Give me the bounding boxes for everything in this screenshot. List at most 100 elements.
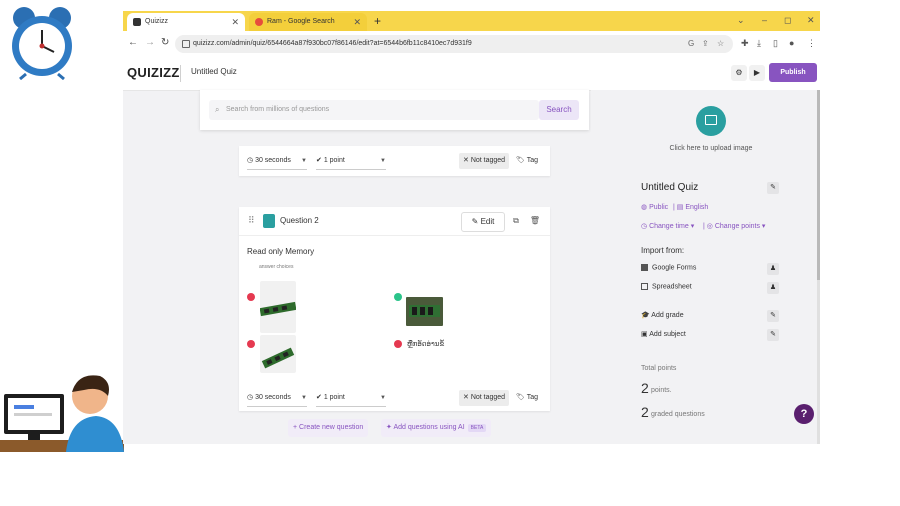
panel-quiz-title: Untitled Quiz xyxy=(641,182,699,193)
publish-label: Publish xyxy=(780,69,806,76)
question-bank-search: ⌕ Search from millions of questions Sear… xyxy=(200,90,589,130)
change-points-link[interactable]: | ◎ Change points ▾ xyxy=(703,222,765,230)
tab-quizizz[interactable]: Quizizz ✕ xyxy=(127,13,245,31)
time-select[interactable]: ◷ 30 seconds ▼ xyxy=(247,153,307,170)
back-icon[interactable]: ← xyxy=(128,36,138,50)
points-value: 1 point xyxy=(323,394,345,401)
add-subject-label: Add subject xyxy=(649,331,686,338)
points-select[interactable]: ✔ 1 point ▼ xyxy=(316,153,386,170)
user-icon[interactable]: ♟ xyxy=(767,282,779,294)
share-icon[interactable]: ⇪ xyxy=(702,38,709,50)
visibility-label: Public xyxy=(649,204,669,211)
google-forms-row[interactable]: Google Forms xyxy=(641,264,696,271)
extensions-icon[interactable]: ✚ xyxy=(741,37,749,49)
time-select[interactable]: ◷ 30 seconds ▼ xyxy=(247,390,307,407)
ram-stick-image xyxy=(260,301,296,317)
tab-label: Quizizz xyxy=(145,18,168,25)
not-tagged-label: Not tagged xyxy=(470,394,506,401)
total-points-value: 2 xyxy=(641,380,649,396)
add-grade-label: Add grade xyxy=(651,312,684,319)
settings-gear-icon[interactable]: ⚙ xyxy=(731,65,747,81)
tab-google-search[interactable]: Ram - Google Search ✕ xyxy=(249,13,367,31)
correct-dot xyxy=(394,293,402,301)
pencil-icon[interactable]: ✎ xyxy=(767,182,779,194)
google-forms-icon xyxy=(641,264,648,271)
duplicate-icon[interactable]: ⧉ xyxy=(507,212,525,230)
search-button[interactable]: Search xyxy=(539,100,579,120)
graduation-cap-icon: 🎓 xyxy=(641,312,652,319)
question-1-footer: ◷ 30 seconds ▼ ✔ 1 point ▼ ✕ Not tagged 🏷 … xyxy=(239,146,550,176)
language-link[interactable]: | ▤ English xyxy=(673,203,708,211)
add-questions-ai-button[interactable]: ✦ Add questions using AI BETA xyxy=(381,419,492,437)
address-bar-row: ← → ↻ quizizz.com/admin/quiz/6544664a87f… xyxy=(123,31,820,58)
user-icon[interactable]: ♟ xyxy=(767,263,779,275)
spreadsheet-label: Spreadsheet xyxy=(652,283,692,291)
quiz-title[interactable]: Untitled Quiz xyxy=(191,67,237,76)
question-2-controls: ◷ 30 seconds ▼ ✔ 1 point ▼ ✕ Not tagged 🏷 … xyxy=(239,387,550,409)
add-grade-row[interactable]: 🎓 Add grade xyxy=(641,311,684,319)
total-points-label: Total points xyxy=(641,365,677,372)
quiz-settings-panel: Click here to upload image Untitled Quiz… xyxy=(591,90,817,444)
change-points-label: Change points xyxy=(714,223,760,230)
edit-label: Edit xyxy=(480,217,495,226)
tag-icon: 🏷 xyxy=(516,157,525,164)
lock-icon xyxy=(182,40,190,48)
publish-button[interactable]: Publish xyxy=(769,63,817,82)
check-circle-icon: ✔ xyxy=(316,394,324,401)
upload-image-text[interactable]: Click here to upload image xyxy=(651,145,771,152)
clock-icon: ◷ xyxy=(247,394,256,401)
preview-play-icon[interactable]: ▶ xyxy=(749,65,765,81)
address-input[interactable]: quizizz.com/admin/quiz/6544664a87f930bc0… xyxy=(175,35,733,53)
trash-icon[interactable]: 🗑 xyxy=(526,212,544,230)
book-icon: ▣ xyxy=(641,331,650,338)
google-lens-icon[interactable]: G xyxy=(688,38,694,50)
points-select[interactable]: ✔ 1 point ▼ xyxy=(316,390,386,407)
add-subject-row[interactable]: ▣ Add subject xyxy=(641,330,686,338)
tag-icon: 🏷 xyxy=(516,394,525,401)
change-time-label: Change time xyxy=(649,223,689,230)
reload-icon[interactable]: ↻ xyxy=(161,36,169,50)
alarm-clock-illustration xyxy=(12,7,72,80)
profile-avatar[interactable]: ● xyxy=(789,37,794,49)
menu-dots-icon[interactable]: ⋮ xyxy=(807,37,816,49)
search-icon: ⌕ xyxy=(215,105,220,114)
sidepanel-icon[interactable]: ▯ xyxy=(773,37,778,49)
add-ai-label: Add questions using AI xyxy=(393,424,465,431)
create-new-label: Create new question xyxy=(299,424,364,431)
drag-handle-icon[interactable]: ⠿ xyxy=(248,215,255,226)
edit-button[interactable]: ✎ Edit xyxy=(461,212,505,232)
pencil-icon[interactable]: ✎ xyxy=(767,310,779,322)
spreadsheet-row[interactable]: Spreadsheet xyxy=(641,283,692,290)
minimize-button[interactable]: – xyxy=(762,13,767,27)
create-new-question-button[interactable]: + Create new question xyxy=(288,419,369,437)
image-icon xyxy=(705,115,717,125)
google-favicon-icon xyxy=(255,18,263,26)
change-time-link[interactable]: ◷ Change time ▾ xyxy=(641,222,694,230)
chevron-down-icon[interactable]: ⌄ xyxy=(737,13,745,27)
help-button[interactable]: ? xyxy=(794,404,814,424)
tag-button[interactable]: 🏷 Tag xyxy=(516,390,538,406)
close-window-button[interactable]: ✕ xyxy=(807,13,815,27)
language-label: English xyxy=(685,204,709,211)
close-tab-icon[interactable]: ✕ xyxy=(353,13,361,31)
not-tagged-badge[interactable]: ✕ Not tagged xyxy=(459,390,510,406)
search-placeholder: Search from millions of questions xyxy=(226,106,330,113)
forward-icon[interactable]: → xyxy=(145,36,155,50)
tag-button[interactable]: 🏷 Tag xyxy=(516,153,538,169)
search-input[interactable]: ⌕ Search from millions of questions xyxy=(209,100,539,120)
quizizz-logo[interactable]: QUIZIZZ xyxy=(127,65,180,80)
visibility-link[interactable]: ◍ Public xyxy=(641,203,668,211)
not-tagged-badge[interactable]: ✕ Not tagged xyxy=(459,153,510,169)
upload-image-button[interactable] xyxy=(696,106,726,136)
bookmark-star-icon[interactable]: ☆ xyxy=(717,38,724,50)
pencil-icon[interactable]: ✎ xyxy=(767,329,779,341)
restore-button[interactable]: ◻ xyxy=(784,13,791,27)
close-tab-icon[interactable]: ✕ xyxy=(231,13,239,31)
pencil-icon: ✎ xyxy=(471,217,481,226)
tab-label: Ram - Google Search xyxy=(267,18,335,25)
download-icon[interactable]: ⤓ xyxy=(757,37,761,49)
answer-choices-label: answer choices xyxy=(259,264,294,270)
ram-module-image xyxy=(406,297,443,326)
new-tab-button[interactable]: + xyxy=(374,13,381,29)
scrollbar-thumb[interactable] xyxy=(817,90,820,280)
